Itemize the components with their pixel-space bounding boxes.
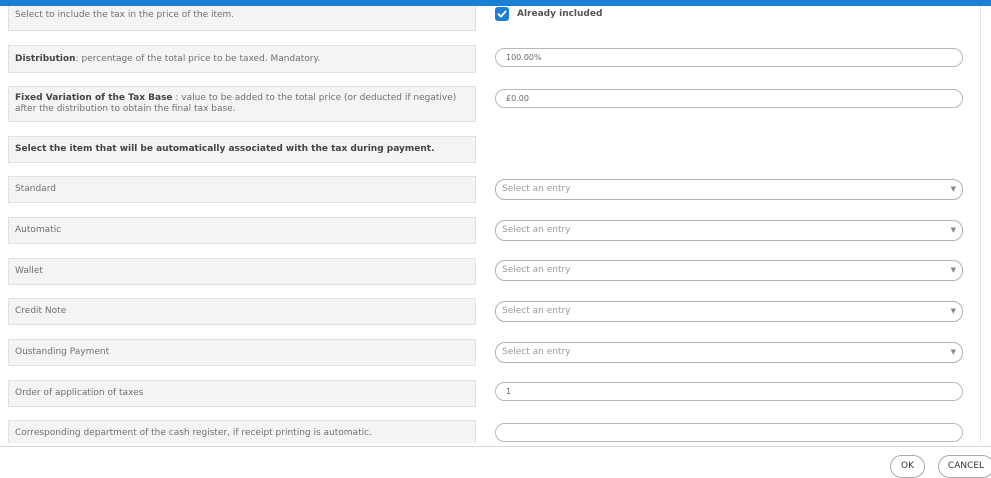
automatic-select[interactable]: Select an entry ▼ [495, 220, 963, 241]
chevron-down-icon: ▼ [950, 185, 956, 193]
dialog-footer: OK CANCEL [0, 446, 991, 478]
item-label-automatic: Automatic [15, 225, 62, 235]
order-label-box: Order of application of taxes [8, 380, 476, 407]
checkmark-icon [497, 10, 507, 18]
fixed-variation-label-bold: Fixed Variation of the Tax Base [15, 93, 173, 103]
chevron-down-icon: ▼ [950, 307, 956, 315]
section-heading-box: Select the item that will be automatical… [8, 136, 476, 163]
included-label-box: Select to include the tax in the price o… [8, 6, 476, 31]
item-label-box: Automatic [8, 217, 476, 244]
item-label-box: Standard [8, 176, 476, 203]
distribution-label-bold: Distribution [15, 53, 76, 64]
department-input[interactable] [495, 423, 963, 442]
department-label-box: Corresponding department of the cash reg… [8, 420, 476, 443]
already-included-toggle[interactable]: Already included [495, 7, 602, 21]
distribution-label: Distribution: percentage of the total pr… [15, 54, 320, 65]
item-label-box: Oustanding Payment [8, 339, 476, 366]
select-placeholder: Select an entry [502, 225, 571, 235]
chevron-down-icon: ▼ [950, 266, 956, 274]
already-included-checkbox[interactable] [495, 7, 509, 21]
select-placeholder: Select an entry [502, 184, 571, 194]
item-label-outstanding-payment: Oustanding Payment [15, 347, 110, 357]
distribution-label-rest: : percentage of the total price to be ta… [75, 53, 321, 64]
fixed-variation-label: Fixed Variation of the Tax Base : value … [15, 93, 469, 115]
fixed-variation-input[interactable]: £0.00 [495, 89, 963, 108]
item-label-box: Credit Note [8, 298, 476, 325]
included-label: Select to include the tax in the price o… [15, 10, 235, 20]
distribution-label-box: Distribution: percentage of the total pr… [8, 45, 476, 73]
item-label-standard: Standard [15, 184, 56, 194]
already-included-label: Already included [517, 9, 603, 19]
order-input[interactable]: 1 [495, 382, 963, 401]
wallet-select[interactable]: Select an entry ▼ [495, 260, 963, 281]
section-heading: Select the item that will be automatical… [15, 144, 435, 154]
select-placeholder: Select an entry [502, 265, 571, 275]
tax-settings-form: Select to include the tax in the price o… [0, 6, 980, 443]
chevron-down-icon: ▼ [950, 226, 956, 234]
vertical-scrollbar[interactable] [980, 6, 991, 443]
select-placeholder: Select an entry [502, 347, 571, 357]
distribution-input[interactable]: 100.00% [495, 48, 963, 67]
ok-button[interactable]: OK [890, 455, 925, 478]
outstanding-payment-select[interactable]: Select an entry ▼ [495, 342, 963, 363]
department-label: Corresponding department of the cash reg… [15, 428, 372, 438]
order-label: Order of application of taxes [15, 388, 144, 398]
credit-note-select[interactable]: Select an entry ▼ [495, 301, 963, 322]
select-placeholder: Select an entry [502, 306, 571, 316]
standard-select[interactable]: Select an entry ▼ [495, 179, 963, 200]
fixed-variation-label-box: Fixed Variation of the Tax Base : value … [8, 86, 476, 122]
cancel-button[interactable]: CANCEL [938, 455, 991, 478]
item-label-box: Wallet [8, 258, 476, 285]
chevron-down-icon: ▼ [950, 348, 956, 356]
item-label-wallet: Wallet [15, 266, 43, 276]
item-label-credit-note: Credit Note [15, 306, 67, 316]
